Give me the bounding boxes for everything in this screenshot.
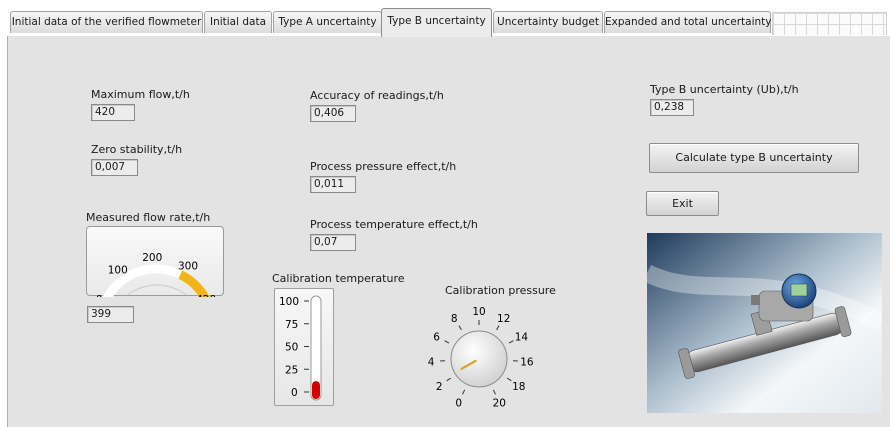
knob-tick [492, 389, 496, 395]
gauge-tick-label: 420 [196, 294, 216, 297]
knob-tick-label: 12 [497, 313, 510, 325]
knob-tick [462, 389, 466, 395]
knob-tick [446, 377, 452, 382]
thermometer-svg: 100 75 50 25 0 [279, 295, 322, 401]
knob-tick [496, 325, 500, 331]
knob-tick-label: 2 [436, 381, 443, 393]
tab-initial-data[interactable]: Initial data [204, 11, 272, 33]
accuracy-label: Accuracy of readings,t/h [310, 89, 444, 102]
gauge-inner-arc [126, 284, 188, 296]
knob-tick [444, 340, 450, 344]
zero-stability-indicator: 0,007 [91, 159, 138, 176]
thermometer-tick-label: 0 [291, 387, 298, 399]
type-b-label: Type B uncertainty (Ub),t/h [650, 83, 799, 96]
tab-expanded-total-uncertainty[interactable]: Expanded and total uncertainty [604, 11, 771, 33]
temperature-effect-label: Process temperature effect,t/h [310, 218, 478, 231]
tab-type-a-uncertainty[interactable]: Type A uncertainty [273, 11, 382, 33]
thermometer-tick-label: 50 [285, 342, 298, 354]
coriolis-flowmeter-image [647, 233, 882, 413]
knob-tick-label: 10 [472, 306, 485, 318]
max-flow-indicator: 420 [91, 104, 135, 121]
accuracy-indicator: 0,406 [310, 105, 356, 122]
zero-stability-label: Zero stability,t/h [91, 143, 183, 156]
knob-tick-label: 20 [493, 398, 506, 408]
gauge-tick-label: 200 [142, 252, 162, 264]
tab-strip: Initial data of the verified flowmeter I… [0, 0, 890, 37]
flow-gauge-svg: 0 100 200 300 420 [96, 252, 216, 316]
gauge-tick-label: 300 [178, 261, 198, 273]
tab-uncertainty-budget[interactable]: Uncertainty budget [493, 11, 603, 33]
pressure-effect-label: Process pressure effect,t/h [310, 160, 457, 173]
thermometer-tick-label: 100 [279, 296, 299, 308]
gauge-tick-label: 100 [108, 265, 128, 277]
thermometer-fill [312, 381, 320, 399]
thermometer-label: Calibration temperature [272, 272, 405, 285]
knob-tick-label: 14 [515, 331, 529, 343]
knob-tick [506, 377, 512, 382]
type-b-panel: Maximum flow,t/h 420 Zero stability,t/h … [7, 36, 890, 427]
calibration-thermometer: 100 75 50 25 0 [274, 288, 334, 406]
pressure-effect-indicator: 0,011 [310, 176, 356, 193]
knob-tick [508, 340, 514, 344]
knob-tick-label: 0 [455, 398, 462, 408]
tab-strip-filler [772, 12, 887, 35]
tab-initial-data-verified-flowmeter[interactable]: Initial data of the verified flowmeter [10, 11, 203, 33]
tab-type-b-uncertainty[interactable]: Type B uncertainty [381, 8, 492, 37]
flowmeter-illustration [647, 233, 882, 413]
knob-tick-label: 4 [428, 357, 435, 369]
knob-body[interactable] [450, 330, 508, 388]
calculate-type-b-button[interactable]: Calculate type B uncertainty [649, 143, 859, 173]
thermometer-tick-marks [304, 300, 309, 393]
knob-tick-label: 16 [520, 357, 534, 369]
temperature-effect-indicator: 0,07 [310, 234, 356, 251]
thermometer-tick-label: 75 [285, 319, 298, 331]
knob-tick-label: 6 [433, 331, 440, 343]
flow-gauge-label: Measured flow rate,t/h [86, 211, 211, 224]
gauge-tick-label: 0 [96, 294, 103, 297]
flow-rate-gauge: 0 100 200 300 420 [86, 226, 224, 316]
type-b-indicator: 0,238 [650, 99, 694, 116]
flow-gauge-digital-display: 399 [87, 306, 134, 323]
pressure-knob-dial[interactable]: 0 24 68 10 12 14 16 18 20 [416, 296, 556, 408]
thermometer-tick-label: 25 [285, 364, 298, 376]
max-flow-label: Maximum flow,t/h [91, 88, 190, 101]
knob-tick-label: 8 [451, 313, 458, 325]
knob-tick-label: 18 [512, 381, 525, 393]
exit-button[interactable]: Exit [646, 191, 719, 216]
knob-tick [458, 325, 462, 331]
